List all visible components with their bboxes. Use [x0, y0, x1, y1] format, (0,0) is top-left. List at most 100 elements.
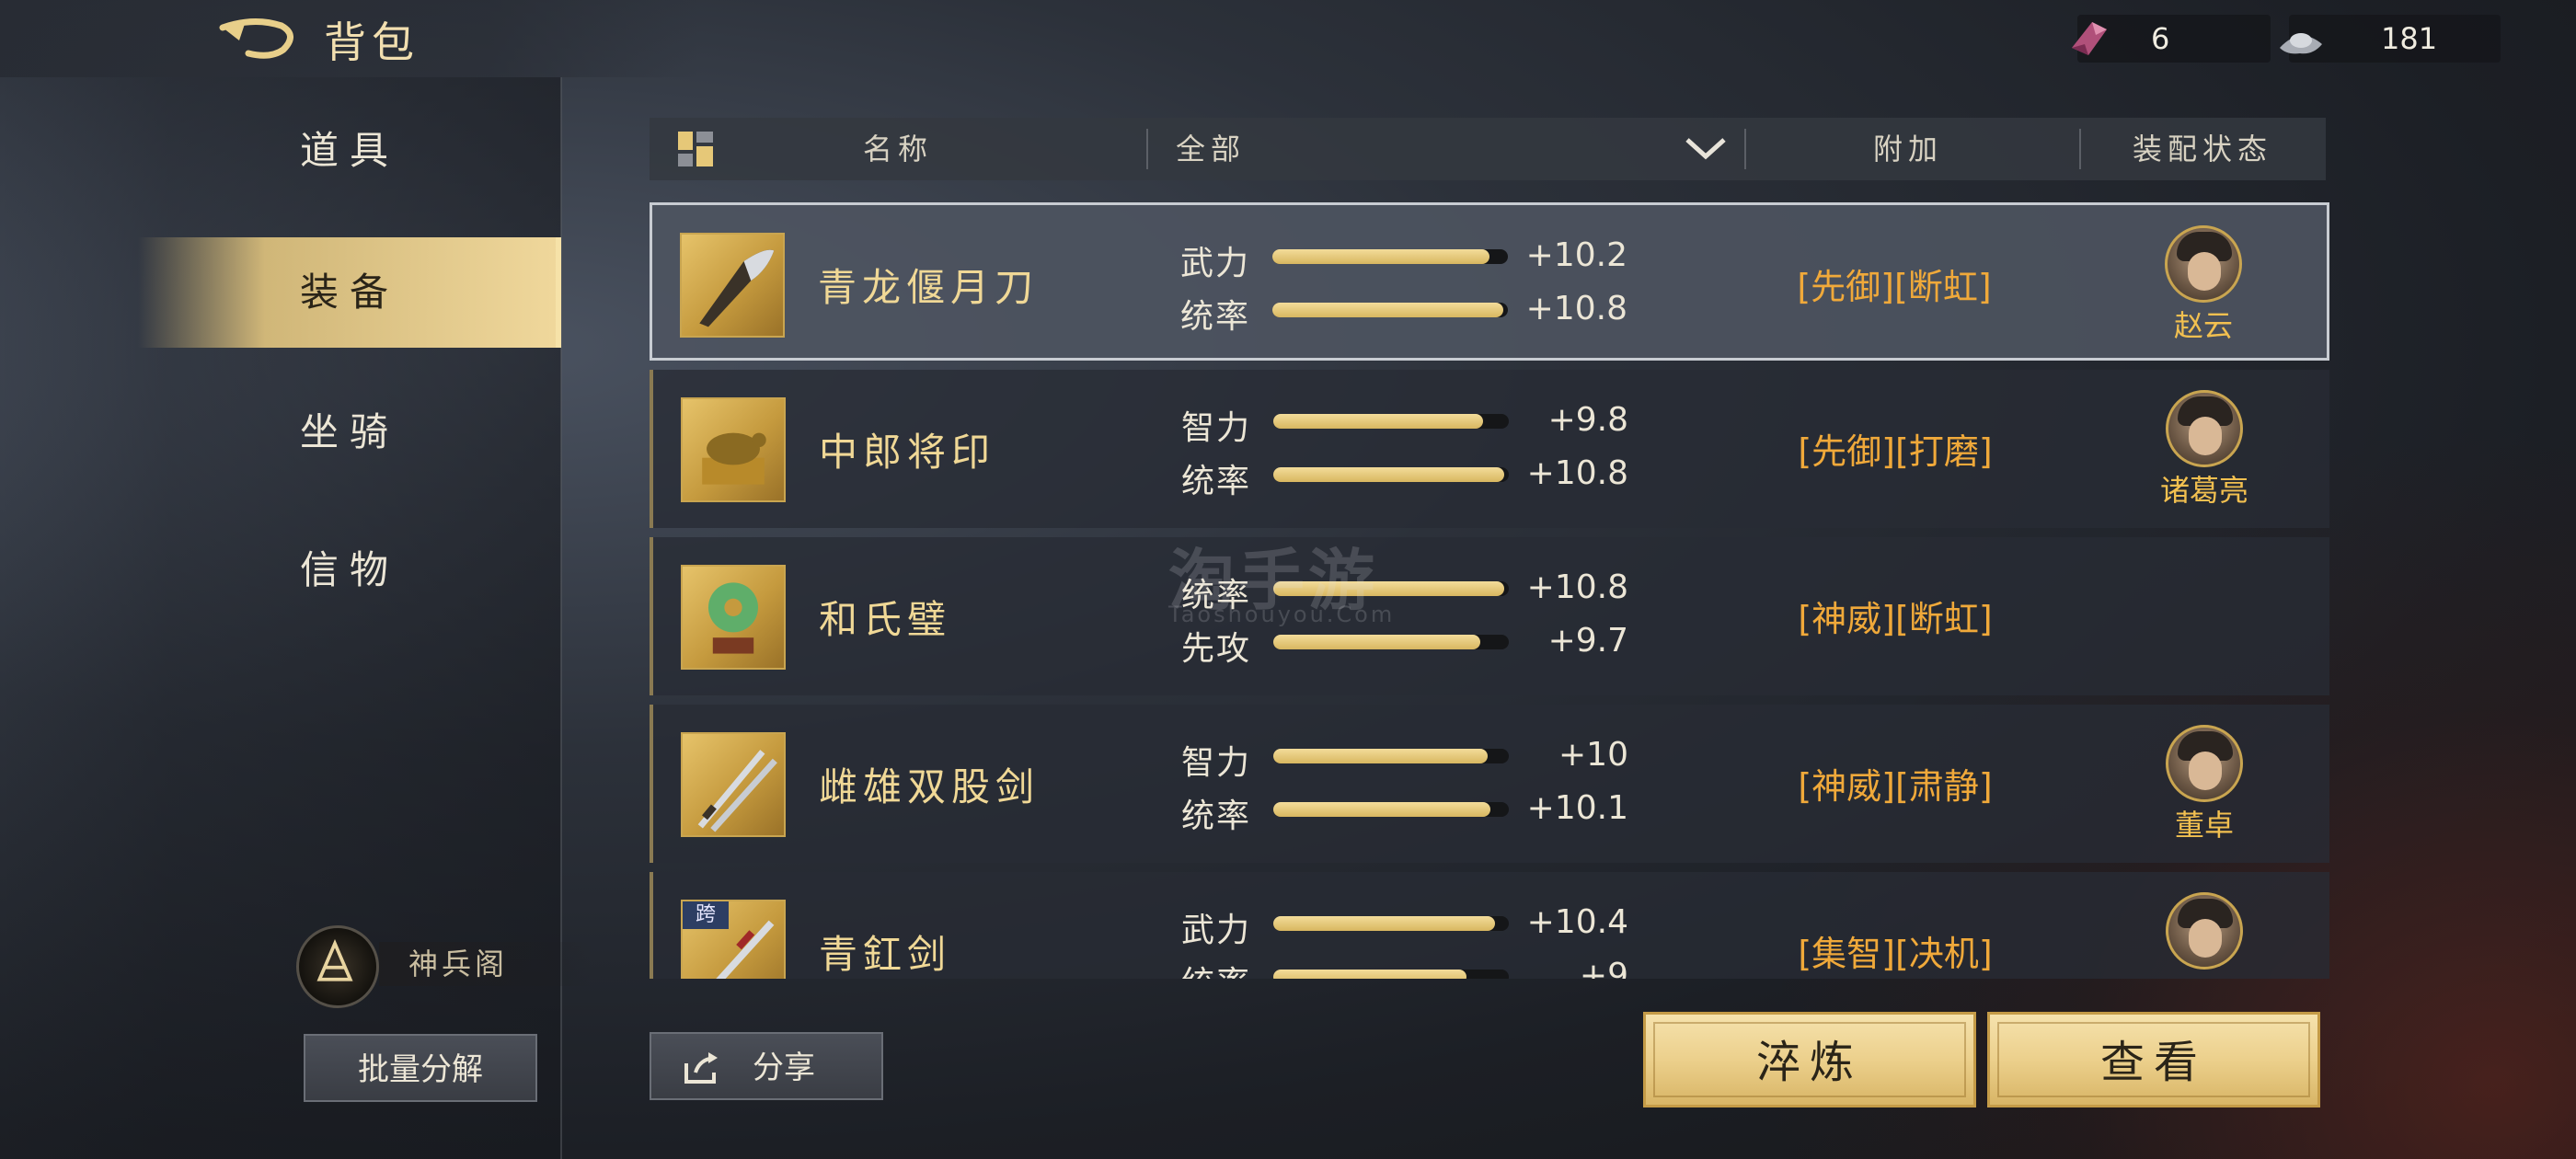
item-name: 青釭剑 — [819, 932, 952, 977]
top-bar: 背包 — [0, 0, 699, 77]
equipment-list[interactable]: 青龙偃月刀 武力 +10.2 统率 +10.8 [先御][断虹] 赵云 中郎将印… — [650, 199, 2333, 979]
item-affix: [神威][断虹] — [1798, 599, 1993, 639]
stat-bar — [1273, 970, 1509, 979]
stat-value: +10 — [1558, 736, 1628, 774]
silver-ingot-icon — [2280, 33, 2322, 54]
filter-selected-value[interactable]: 全部 — [1176, 118, 1246, 180]
stat-label: 先攻 — [1181, 630, 1252, 668]
share-button[interactable]: 分享 — [650, 1032, 883, 1100]
page-title: 背包 — [324, 17, 420, 67]
stat-bar — [1273, 749, 1509, 763]
currency-crystal: 6 — [2072, 15, 2271, 63]
view-button[interactable]: 查看 — [1987, 1012, 2320, 1107]
stat-bar-fill — [1273, 802, 1490, 817]
stat-bar-fill — [1273, 916, 1495, 931]
chevron-down-icon[interactable] — [1684, 134, 1728, 162]
header-equip-status: 装配状态 — [2133, 132, 2273, 166]
sidebar-item-props[interactable]: 道具 — [138, 96, 561, 206]
table-row[interactable]: 雌雄双股剑 智力 +10 统率 +10.1 [神威][肃静] 董卓 — [650, 705, 2329, 863]
stat-bar — [1273, 802, 1509, 817]
stat-label: 统率 — [1181, 798, 1252, 835]
item-name: 雌雄双股剑 — [819, 764, 1041, 809]
header-name: 名称 — [863, 132, 934, 166]
stat-value: +10.8 — [1525, 290, 1627, 327]
hero-avatar[interactable] — [2165, 225, 2242, 303]
item-affix: [神威][肃静] — [1798, 766, 1993, 807]
item-name: 青龙偃月刀 — [818, 265, 1040, 310]
sidebar-item-equipment[interactable]: 装备 — [138, 237, 561, 348]
item-affix: [集智][决机] — [1798, 934, 1993, 974]
stat-bar-fill — [1273, 970, 1466, 979]
jade-disc-icon — [707, 582, 759, 654]
forge-icon[interactable] — [296, 925, 379, 1008]
hero-name: 诸葛亮 — [2159, 473, 2248, 508]
stat-bar-fill — [1272, 303, 1503, 317]
stat-value: +10.8 — [1526, 568, 1628, 606]
stat-bar-fill — [1273, 467, 1504, 482]
stat-bar-fill — [1273, 749, 1488, 763]
stat-value: +10.8 — [1526, 454, 1628, 492]
table-row[interactable]: 中郎将印 智力 +9.8 统率 +10.8 [先御][打磨] 诸葛亮 — [650, 370, 2329, 528]
item-thumbnail — [681, 732, 786, 837]
table-row[interactable]: 青龙偃月刀 武力 +10.2 统率 +10.8 [先御][断虹] 赵云 — [650, 202, 2329, 361]
hero-name: 赵云 — [2173, 308, 2233, 343]
stat-label: 统率 — [1181, 463, 1252, 500]
table-row[interactable]: 跨 青釭剑 武力 +10.4 统率 +9 [集智][决机] — [650, 872, 2329, 979]
twin-swords-icon — [697, 750, 777, 832]
stat-value: +10.1 — [1526, 789, 1628, 827]
stat-bar — [1272, 303, 1508, 317]
grid-view-icon[interactable] — [677, 131, 714, 167]
item-name: 和氏璧 — [819, 597, 952, 642]
share-label: 分享 — [753, 1050, 815, 1086]
stat-label: 智力 — [1181, 409, 1252, 447]
currency-silver: 181 — [2280, 15, 2501, 63]
forge-label[interactable]: 神兵阁 — [379, 942, 592, 986]
cross-server-tag: 跨 — [683, 901, 729, 929]
stat-value: +10.2 — [1525, 236, 1627, 274]
bulk-decompose-button[interactable]: 批量分解 — [304, 1034, 537, 1102]
table-row[interactable]: 和氏璧 统率 +10.8 先攻 +9.7 [神威][断虹] — [650, 537, 2329, 695]
refine-button[interactable]: 淬炼 — [1643, 1012, 1976, 1107]
silver-count: 181 — [2381, 21, 2438, 56]
stat-label: 统率 — [1180, 298, 1251, 336]
stat-bar — [1273, 635, 1509, 649]
item-thumbnail — [681, 397, 786, 502]
table-header: 名称 全部 附加 装配状态 — [650, 118, 2326, 180]
stat-bar — [1273, 414, 1509, 429]
item-thumbnail: 跨 — [681, 900, 786, 979]
stat-value: +9.8 — [1547, 401, 1628, 439]
stat-label: 智力 — [1181, 744, 1252, 782]
crystal-icon — [2072, 22, 2107, 55]
item-name: 中郎将印 — [819, 430, 996, 475]
hero-name: 董卓 — [2174, 808, 2234, 843]
stat-value: +9.7 — [1547, 622, 1628, 660]
hero-avatar[interactable] — [2166, 892, 2243, 970]
header-divider — [1744, 129, 1746, 169]
stat-bar-fill — [1272, 249, 1489, 264]
hero-avatar[interactable] — [2166, 390, 2243, 467]
stat-bar — [1272, 249, 1508, 264]
item-affix: [先御][断虹] — [1797, 267, 1992, 307]
header-affix: 附加 — [1873, 132, 1944, 166]
sidebar-item-mounts[interactable]: 坐骑 — [138, 377, 561, 488]
sidebar-item-tokens[interactable]: 信物 — [138, 515, 561, 625]
turtle-seal-icon — [702, 432, 766, 485]
crescent-blade-icon — [699, 249, 775, 327]
stat-label: 武力 — [1180, 245, 1251, 282]
share-icon — [684, 1052, 718, 1084]
item-thumbnail — [681, 565, 786, 670]
stat-bar — [1273, 467, 1509, 482]
watermark-sub: Taoshouyou.Com — [1168, 602, 1396, 627]
item-thumbnail — [680, 233, 785, 338]
hero-avatar[interactable] — [2166, 725, 2243, 802]
stat-bar — [1273, 916, 1509, 931]
stat-value: +9 — [1579, 957, 1628, 979]
crystal-count: 6 — [2151, 21, 2170, 56]
stat-label: 统率 — [1181, 957, 1251, 979]
stat-value: +10.4 — [1526, 903, 1628, 941]
stat-label: 武力 — [1181, 912, 1252, 949]
stat-bar-fill — [1273, 635, 1481, 649]
back-arrow-icon[interactable] — [217, 13, 302, 64]
item-affix: [先御][打磨] — [1798, 431, 1993, 472]
stat-bar-fill — [1273, 414, 1483, 429]
